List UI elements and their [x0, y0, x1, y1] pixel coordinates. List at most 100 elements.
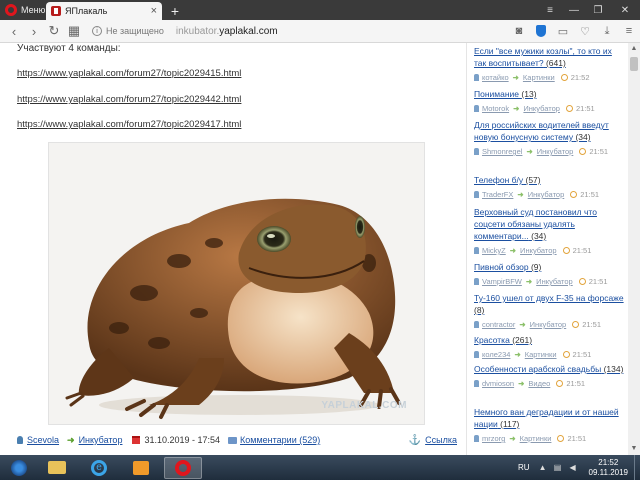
start-button[interactable]	[4, 455, 34, 480]
topic-author[interactable]: котайко	[482, 72, 509, 83]
bookmark-heart-icon[interactable]: ♡	[574, 20, 596, 42]
topic-section[interactable]: Инкубатор	[530, 319, 567, 330]
clock-icon	[578, 278, 586, 285]
url-domain: yaplakal.com	[219, 25, 278, 37]
arrow-right-icon: ➜	[526, 147, 533, 156]
topic-title-link[interactable]: Верховный суд постановил что соцсети обя…	[474, 207, 597, 241]
image-watermark: YAPLAKAL.COM	[321, 400, 407, 411]
user-icon	[474, 321, 479, 328]
tray-expand-icon[interactable]: ▲	[538, 463, 548, 473]
arrow-right-icon: ➜	[509, 434, 516, 443]
topic-time: 21:51	[566, 379, 586, 388]
back-icon[interactable]: ‹	[4, 20, 24, 42]
arrow-right-icon: ➜	[517, 190, 524, 199]
topic-title-link[interactable]: Особенности арабской свадьбы (134)	[474, 364, 623, 374]
topic-meta: TraderFX ➜ Инкубатор 21:51	[474, 189, 624, 200]
info-icon[interactable]: i	[92, 26, 102, 36]
new-tab-button[interactable]: +	[166, 2, 184, 20]
opera-menu-button[interactable]: Меню	[0, 0, 46, 20]
camera-icon[interactable]: ◙	[508, 20, 530, 42]
post-link-1[interactable]: https://www.yaplakal.com/forum27/topic20…	[17, 68, 241, 79]
topic-author[interactable]: contractor	[482, 319, 515, 330]
adblock-shield-icon[interactable]	[530, 20, 552, 42]
toad-photo[interactable]: YAPLAKAL.COM	[48, 142, 425, 425]
topic-section[interactable]: Инкубатор	[536, 276, 573, 287]
opera-logo-icon	[5, 4, 17, 16]
close-window-icon[interactable]: ✕	[610, 0, 640, 20]
topic-section[interactable]: Инкубатор	[520, 245, 557, 256]
sidebar-topic: Понимание (13) Motorok ➜ Инкубатор 21:51	[474, 88, 624, 114]
topic-author[interactable]: Motorok	[482, 103, 509, 114]
wallet-icon[interactable]: ▭	[552, 20, 574, 42]
topic-title-link[interactable]: Пивной обзор (9)	[474, 262, 541, 272]
topic-meta: котайко ➜ Картинки 21:52	[474, 72, 624, 83]
topic-section[interactable]: Инкубатор	[537, 146, 574, 157]
topic-author[interactable]: dvmioson	[482, 378, 514, 389]
taskbar-clock[interactable]: 21:52 09.11.2019	[589, 458, 628, 478]
address-bar: ‹ › ↻ ▦ i Не защищено inkubator.yaplakal…	[0, 20, 640, 43]
network-icon[interactable]: ▤	[553, 463, 563, 473]
url-field[interactable]: i Не защищено inkubator.yaplakal.com	[92, 26, 278, 37]
forward-icon[interactable]: ›	[24, 20, 44, 42]
author-link[interactable]: Scevola	[27, 435, 59, 445]
scroll-down-icon[interactable]: ▼	[628, 443, 640, 455]
show-desktop-button[interactable]	[634, 455, 640, 480]
download-icon[interactable]: ⤓	[596, 20, 618, 42]
topic-author[interactable]: TraderFX	[482, 189, 513, 200]
topic-meta: mrzorg ➜ Картинки 21:51	[474, 433, 624, 444]
topic-time: 21:51	[572, 350, 592, 359]
sidebar-topic: Для российских водителей введут новую бо…	[474, 119, 624, 157]
url-text[interactable]: inkubator.yaplakal.com	[176, 26, 278, 37]
section-link[interactable]: Инкубатор	[79, 435, 123, 445]
topic-title-link[interactable]: Понимание (13)	[474, 89, 537, 99]
settings-icon[interactable]: ≡	[618, 20, 640, 42]
user-icon	[474, 74, 479, 81]
topic-author[interactable]: mrzorg	[482, 433, 505, 444]
topic-section[interactable]: Инкубатор	[528, 189, 565, 200]
topic-section[interactable]: Инкубатор	[523, 103, 560, 114]
tab-yaplakal[interactable]: ЯПлакаль ×	[46, 2, 162, 20]
topic-author[interactable]: VampirBFW	[482, 276, 522, 287]
topic-title-link[interactable]: Если "все мужики козлы", то кто их так в…	[474, 46, 612, 68]
post-link-3[interactable]: https://www.yaplakal.com/forum27/topic20…	[17, 119, 241, 130]
taskbar-explorer[interactable]	[38, 457, 76, 479]
tab-grid-icon[interactable]: ▦	[64, 20, 84, 42]
comments-link[interactable]: Комментарии (529)	[240, 435, 320, 445]
clock-icon	[565, 105, 573, 112]
taskbar-opera[interactable]	[164, 456, 202, 479]
minimize-icon[interactable]: —	[562, 0, 586, 20]
topic-title-link[interactable]: Красотка (261)	[474, 335, 532, 345]
topic-section[interactable]: Видео	[528, 378, 550, 389]
topic-meta: коле234 ➜ Картинки 21:51	[474, 349, 624, 360]
topic-title-link[interactable]: Телефон б/у (57)	[474, 175, 541, 185]
topic-author[interactable]: коле234	[482, 349, 510, 360]
tab-close-icon[interactable]: ×	[151, 5, 157, 17]
topic-section[interactable]: Картинки	[525, 349, 557, 360]
topic-meta: MickyZ ➜ Инкубатор 21:51	[474, 245, 624, 256]
post-link-2[interactable]: https://www.yaplakal.com/forum27/topic20…	[17, 94, 241, 105]
volume-icon[interactable]: ◀	[568, 463, 578, 473]
scroll-thumb[interactable]	[630, 57, 638, 71]
topic-time: 21:52	[570, 73, 590, 82]
topic-meta: contractor ➜ Инкубатор 21:51	[474, 319, 624, 330]
page-scrollbar[interactable]: ▲ ▼	[628, 43, 640, 455]
topic-title-link[interactable]: Ту-160 ушел от двух F-35 на форсаже (8)	[474, 293, 624, 315]
topic-author[interactable]: Shmonregel	[482, 146, 522, 157]
reload-icon[interactable]: ↻	[44, 20, 64, 42]
language-indicator[interactable]: RU	[518, 463, 530, 472]
windows-taskbar: e RU ▲ ▤ ◀ 21:52 09.11.2019	[0, 455, 640, 480]
maximize-icon[interactable]: ❐	[586, 0, 610, 20]
share-link[interactable]: Ссылка	[425, 435, 457, 445]
media-player-icon	[133, 460, 149, 475]
user-icon	[474, 148, 479, 155]
topic-author[interactable]: MickyZ	[482, 245, 506, 256]
scroll-up-icon[interactable]: ▲	[628, 43, 640, 55]
taskbar-media-player[interactable]	[122, 457, 160, 479]
topic-section[interactable]: Картинки	[523, 72, 555, 83]
topic-title-link[interactable]: Немного ван деградации и от нашей нации …	[474, 407, 619, 429]
topic-section[interactable]: Картинки	[520, 433, 552, 444]
system-tray: RU ▲ ▤ ◀ 21:52 09.11.2019	[518, 455, 640, 480]
tab-menu-icon[interactable]: ≡	[538, 0, 562, 20]
topic-title-link[interactable]: Для российских водителей введут новую бо…	[474, 120, 609, 142]
taskbar-ie[interactable]: e	[80, 457, 118, 479]
